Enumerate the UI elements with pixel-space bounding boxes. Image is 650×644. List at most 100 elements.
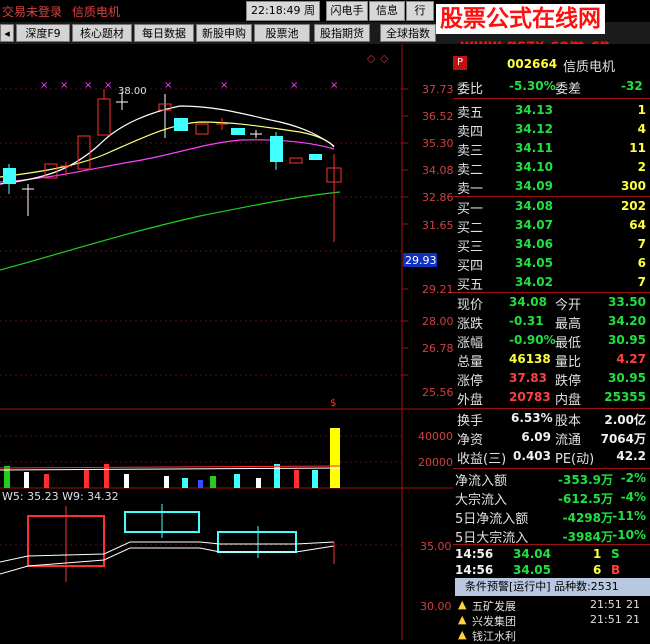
ma60-line [0,191,341,271]
bid-label: 买二 [457,221,484,236]
svg-text:26.78: 26.78 [422,342,453,355]
weibi-value: -5.30% [509,79,556,93]
alert-time: 21:51 [590,613,622,626]
flow-label: 净流入额 [455,474,508,489]
s-marker: $ [330,398,336,409]
ask-price[interactable]: 34.12 [515,122,553,136]
ipo-button[interactable]: 新股申购 [196,24,252,42]
market-button[interactable]: 行 [406,1,434,21]
bid-volume: 7 [637,275,646,289]
stock-code: 002664 [507,57,558,71]
fund-value: 2.00亿 [604,413,646,427]
fund-label: 换手 [457,414,484,429]
ask-price[interactable]: 34.11 [515,141,553,155]
up-arrow-icon: ▲ [458,598,467,611]
svg-text:25.56: 25.56 [422,386,453,399]
bid-price[interactable]: 34.02 [515,275,553,289]
tick-side: S [611,547,620,561]
index-futures-button[interactable]: 股指期货 [314,24,370,42]
ask-label: 卖三 [457,144,484,159]
daily-data-button[interactable]: 每日数据 [134,24,194,42]
stat-label: 外盘 [457,393,484,408]
stat-value: 37.83 [509,371,547,385]
bid-price[interactable]: 34.08 [515,199,553,213]
indicator-boxes [0,504,335,582]
stat-label: 最低 [555,336,582,351]
bid-label: 买四 [457,259,484,274]
fund-value: 42.2 [616,449,646,463]
fund-label: PE(动) [555,452,595,467]
ask-label: 卖二 [457,163,484,178]
stat-value: 30.95 [608,333,646,347]
stat-value: 33.50 [608,295,646,309]
stat-value: -0.31 [509,314,544,328]
stat-value: 20783 [509,390,551,404]
signal-markers: × × × × × × × × [40,80,338,91]
toolbar-left-arrow[interactable]: ◂ [0,24,14,42]
stat-value: 30.95 [608,371,646,385]
svg-text:×: × [164,80,172,91]
flow-value: -353.9万 [558,473,613,487]
bid-price[interactable]: 34.05 [515,256,553,270]
high-label: 38.00 [118,86,147,97]
core-topic-button[interactable]: 核心题材 [72,24,132,42]
svg-text:×: × [330,80,338,91]
bid-volume: 7 [637,237,646,251]
svg-text:35.30: 35.30 [422,137,453,150]
depth-button[interactable]: 深度F9 [16,24,70,42]
ask-price[interactable]: 34.13 [515,103,553,117]
ask-label: 卖一 [457,182,484,197]
svg-text:29.21: 29.21 [422,283,453,296]
alert-stock-name[interactable]: 钱江水利 [472,628,516,644]
fund-label: 收益(三) [457,452,507,467]
top-stock-name: 信质电机 [72,5,121,19]
flow-percent: -10% [612,528,646,542]
ask-price[interactable]: 34.10 [515,160,553,174]
ask-volume: 1 [637,103,646,117]
login-status[interactable]: 交易未登录 [2,3,62,20]
up-arrow-icon: ▲ [458,613,467,626]
svg-text:×: × [40,80,48,91]
stat-value: -0.90% [509,333,556,347]
stat-label: 现价 [457,298,484,313]
ask-label: 卖四 [457,125,484,140]
stat-value: 4.27 [616,352,646,366]
alert-header[interactable]: 条件预警[运行中] 品种数:2531 [455,578,650,596]
price-axis: 37.73 36.52 35.30 34.08 32.86 31.65 29.2… [422,83,453,399]
stat-label: 涨跌 [457,317,484,332]
svg-text:29.93: 29.93 [405,254,437,267]
bid-volume: 202 [620,199,646,213]
info-button[interactable]: 信息 [369,1,405,21]
stat-label: 跌停 [555,374,582,389]
bid-price[interactable]: 34.06 [515,237,553,251]
svg-text:×: × [104,80,112,91]
stock-pool-button[interactable]: 股票池 [254,24,310,42]
stock-name: 信质电机 [563,60,616,75]
flow-value: -3984万 [562,530,613,544]
svg-text:37.73: 37.73 [422,83,453,96]
ask-price[interactable]: 34.09 [515,179,553,193]
svg-text:20000: 20000 [418,456,453,469]
svg-text:×: × [84,80,92,91]
fund-value: 6.53% [511,411,553,425]
bid-volume: 64 [629,218,646,232]
ask-volume: 2 [637,160,646,174]
stat-label: 最高 [555,317,582,332]
weicha-value: -32 [621,79,643,93]
stat-value: 25355 [604,390,646,404]
flash-trade-button[interactable]: 闪电手 [326,1,368,21]
stat-value: 46138 [509,352,551,366]
bid-price[interactable]: 34.07 [515,218,553,232]
alert-stock-name[interactable]: 兴发集团 [472,613,516,629]
fund-label: 流通 [555,433,582,448]
bid-label: 买五 [457,278,484,293]
diamond-icon: ◇ [380,52,389,65]
svg-text:36.52: 36.52 [422,110,453,123]
quote-panel: P 002664 信质电机 委比 -5.30% 委差 -32 卖五 34.13 1 卖… [453,44,650,640]
global-index-button[interactable]: 全球指数 [380,24,436,42]
bid-label: 买三 [457,240,484,255]
alert-value: 21 [626,613,640,626]
fund-label: 净资 [457,433,484,448]
kline-chart[interactable]: ◇ ◇ × × × × × × × × 38.00 37.73 36.52 35.30 [0,44,453,640]
alert-stock-name[interactable]: 五矿发展 [472,598,516,614]
